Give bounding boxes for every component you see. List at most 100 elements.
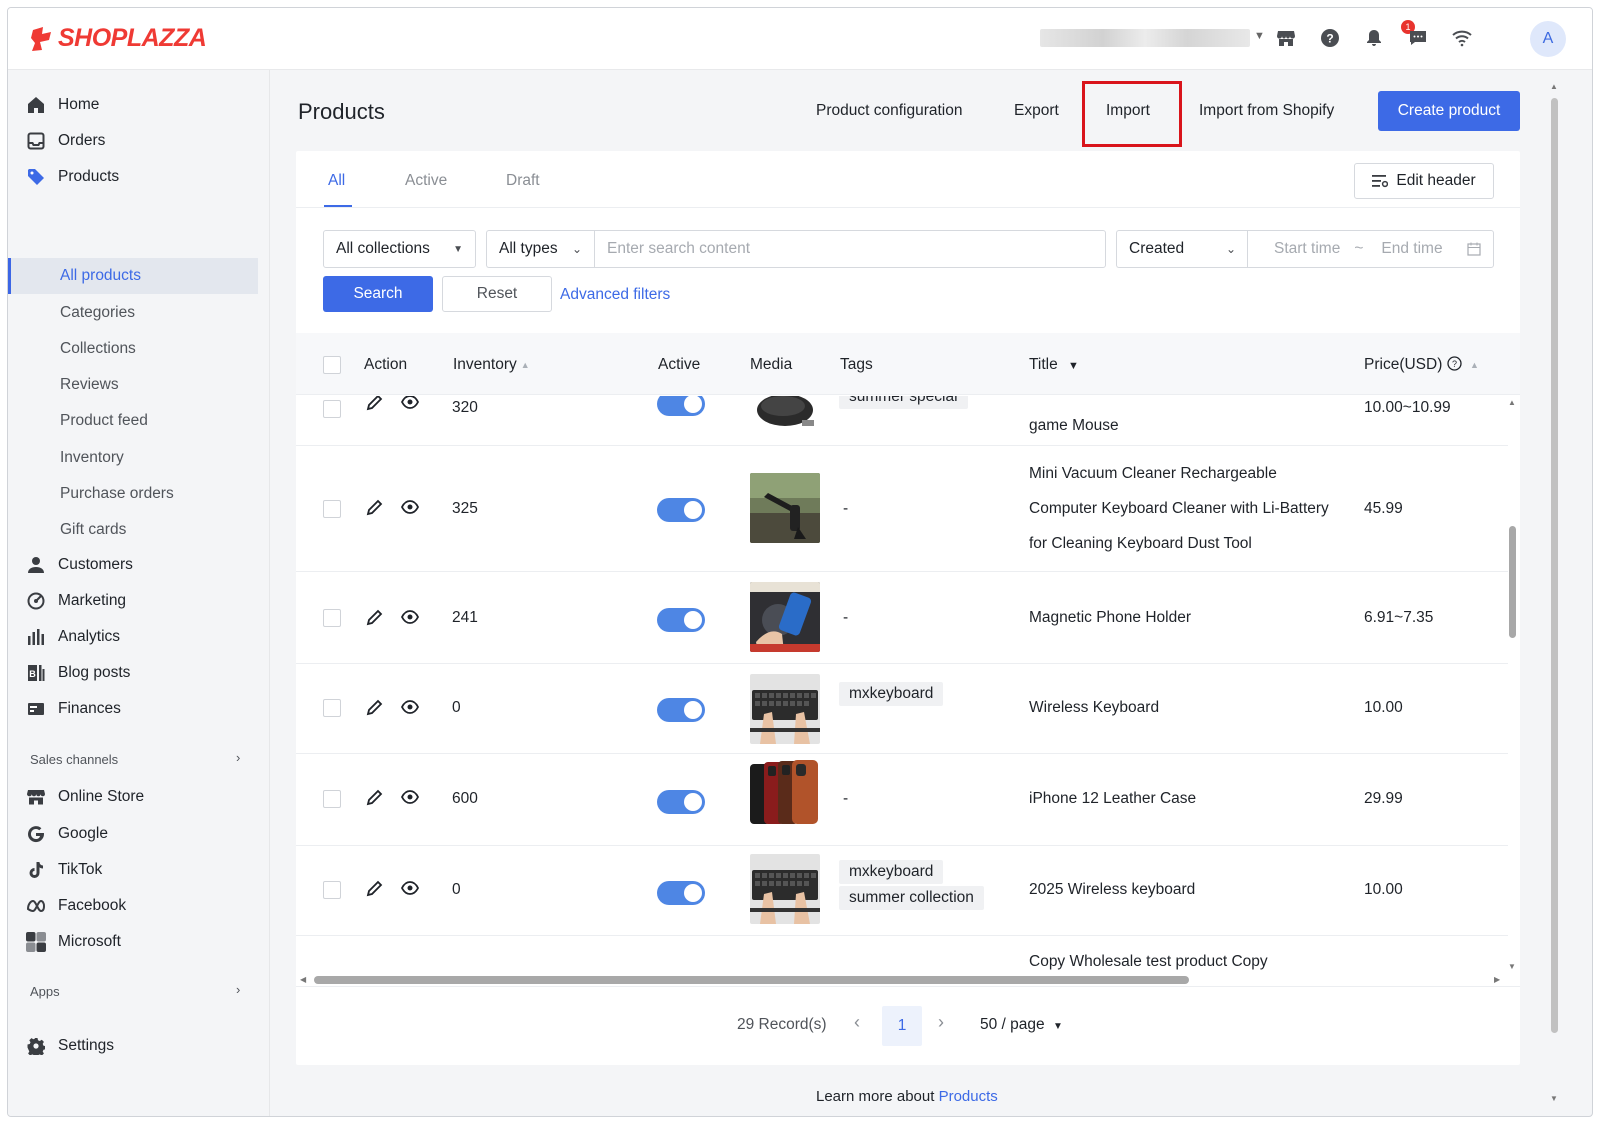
column-header-inventory[interactable]: Inventory ▲ (453, 356, 530, 374)
sidebar-subitem-categories[interactable]: Categories (60, 300, 135, 326)
product-title[interactable]: Wireless Keyboard (1029, 690, 1159, 725)
sidebar-subitem-reviews[interactable]: Reviews (60, 372, 119, 398)
row-checkbox[interactable] (323, 699, 341, 717)
active-toggle[interactable] (657, 790, 705, 814)
table-vertical-scrollbar[interactable]: ▲ ▼ (1506, 396, 1518, 974)
scroll-down-arrow-icon[interactable]: ▼ (1508, 962, 1516, 971)
table-row[interactable]: 241 - Magnetic Phone Holder 6.91~7.35 (296, 572, 1508, 664)
product-title[interactable]: Magnetic Phone Holder (1029, 600, 1191, 635)
sidebar-item-customers[interactable]: Customers (26, 550, 133, 580)
active-toggle[interactable] (657, 498, 705, 522)
product-thumbnail[interactable] (750, 758, 820, 828)
scroll-right-arrow-icon[interactable]: ▶ (1494, 975, 1500, 984)
wifi-icon[interactable] (1450, 26, 1474, 50)
column-header-price[interactable]: Price(USD) ? ▲ (1364, 356, 1479, 374)
chat-icon[interactable] (1406, 26, 1430, 50)
product-title[interactable]: Copy Wholesale test product Copy (1029, 944, 1268, 974)
page-number-current[interactable]: 1 (882, 1006, 922, 1046)
edit-pencil-icon[interactable] (366, 396, 384, 416)
scroll-up-arrow-icon[interactable]: ▲ (1508, 398, 1516, 407)
table-row[interactable]: Copy Wholesale test product Copy (296, 936, 1508, 974)
sidebar-subitem-gift-cards[interactable]: Gift cards (60, 517, 126, 543)
advanced-filters-link[interactable]: Advanced filters (560, 286, 670, 304)
edit-pencil-icon[interactable] (366, 879, 384, 902)
sort-icon[interactable]: ▲ (521, 360, 530, 370)
sidebar-subitem-purchase-orders[interactable]: Purchase orders (60, 481, 174, 507)
select-all-checkbox[interactable] (323, 356, 341, 374)
edit-header-button[interactable]: Edit header (1354, 163, 1494, 199)
search-button[interactable]: Search (323, 276, 433, 312)
prev-page-chevron-icon[interactable]: ‹ (854, 1012, 860, 1033)
sidebar-item-tiktok[interactable]: TikTok (26, 855, 102, 885)
table-row[interactable]: 325 - Mini Vacuum Cleaner Rechargeable C… (296, 446, 1508, 572)
store-name-blurred[interactable] (1040, 29, 1250, 47)
product-thumbnail[interactable] (750, 854, 820, 924)
sidebar-item-online-store[interactable]: Online Store (26, 782, 144, 812)
tab-all[interactable]: All (328, 172, 345, 190)
row-checkbox[interactable] (323, 790, 341, 808)
edit-pencil-icon[interactable] (366, 788, 384, 811)
view-eye-icon[interactable] (400, 396, 420, 416)
sidebar-subitem-inventory[interactable]: Inventory (60, 445, 124, 471)
types-select[interactable]: All types ⌄ (486, 230, 594, 268)
date-range-picker[interactable]: Start time ~ End time (1247, 230, 1494, 268)
sidebar-subitem-collections[interactable]: Collections (60, 336, 136, 362)
view-eye-icon[interactable] (400, 498, 420, 521)
product-thumbnail[interactable] (750, 473, 820, 543)
page-scroll-thumb[interactable] (1551, 98, 1558, 1033)
row-checkbox[interactable] (323, 500, 341, 518)
view-eye-icon[interactable] (400, 608, 420, 631)
product-thumbnail[interactable] (750, 674, 820, 744)
edit-pencil-icon[interactable] (366, 608, 384, 631)
sidebar-item-google[interactable]: Google (26, 819, 108, 849)
import-from-shopify-button[interactable]: Import from Shopify (1199, 102, 1334, 120)
page-size-select[interactable]: 50 / page ▼ (980, 1016, 1063, 1034)
store-front-icon[interactable] (1274, 26, 1298, 50)
active-toggle[interactable] (657, 881, 705, 905)
product-title[interactable]: game Mouse (1029, 408, 1119, 443)
sidebar-item-blog-posts[interactable]: B Blog posts (26, 658, 130, 688)
reset-button[interactable]: Reset (442, 276, 552, 312)
view-eye-icon[interactable] (400, 788, 420, 811)
table-row[interactable]: 600 - iPhone 12 Leather Case 29.99 (296, 754, 1508, 846)
scroll-down-arrow-icon[interactable]: ▼ (1550, 1094, 1558, 1103)
export-button[interactable]: Export (1014, 102, 1059, 120)
edit-pencil-icon[interactable] (366, 698, 384, 721)
sidebar-subitem-all-products[interactable]: All products (60, 263, 141, 289)
sort-icon[interactable]: ▲ (1470, 360, 1479, 370)
sidebar-item-microsoft[interactable]: Microsoft (26, 927, 121, 957)
help-icon[interactable]: ? (1318, 26, 1342, 50)
info-icon[interactable]: ? (1447, 356, 1462, 371)
learn-more-link[interactable]: Products (939, 1088, 998, 1105)
table-row[interactable]: 320 summer special game Mouse 10.00~10.9… (296, 396, 1508, 446)
table-row[interactable]: 0 mxkeyboard summer collection 2025 Wire… (296, 846, 1508, 936)
tab-active[interactable]: Active (405, 172, 447, 190)
user-avatar[interactable]: A (1530, 21, 1566, 57)
product-title[interactable]: Mini Vacuum Cleaner Rechargeable Compute… (1029, 456, 1329, 561)
chevron-right-icon[interactable]: › (236, 750, 240, 765)
vertical-scroll-thumb[interactable] (1509, 526, 1516, 638)
row-checkbox[interactable] (323, 400, 341, 418)
search-input[interactable]: Enter search content (594, 230, 1106, 268)
scroll-left-arrow-icon[interactable]: ◀ (300, 975, 306, 984)
page-vertical-scrollbar[interactable]: ▲ ▼ (1548, 78, 1560, 1108)
view-eye-icon[interactable] (400, 698, 420, 721)
row-checkbox[interactable] (323, 881, 341, 899)
collections-select[interactable]: All collections ▼ (323, 230, 476, 268)
sort-desc-icon[interactable]: ▼ (1068, 360, 1079, 372)
active-toggle[interactable] (657, 698, 705, 722)
product-configuration-button[interactable]: Product configuration (816, 102, 962, 120)
column-header-title[interactable]: Title ▼ (1029, 356, 1079, 374)
sidebar-item-products[interactable]: Products (26, 162, 119, 192)
sidebar-item-home[interactable]: Home (26, 90, 99, 120)
sidebar-item-facebook[interactable]: Facebook (26, 891, 126, 921)
store-caret-icon[interactable]: ▼ (1254, 30, 1265, 42)
scroll-up-arrow-icon[interactable]: ▲ (1550, 82, 1558, 91)
date-field-select[interactable]: Created ⌄ (1116, 230, 1248, 268)
active-toggle[interactable] (657, 396, 705, 416)
sidebar-item-analytics[interactable]: Analytics (26, 622, 120, 652)
edit-pencil-icon[interactable] (366, 498, 384, 521)
table-row[interactable]: 0 mxkeyboard Wireless Keyboard 10.00 (296, 664, 1508, 754)
product-thumbnail[interactable] (750, 582, 820, 652)
create-product-button[interactable]: Create product (1378, 91, 1520, 131)
